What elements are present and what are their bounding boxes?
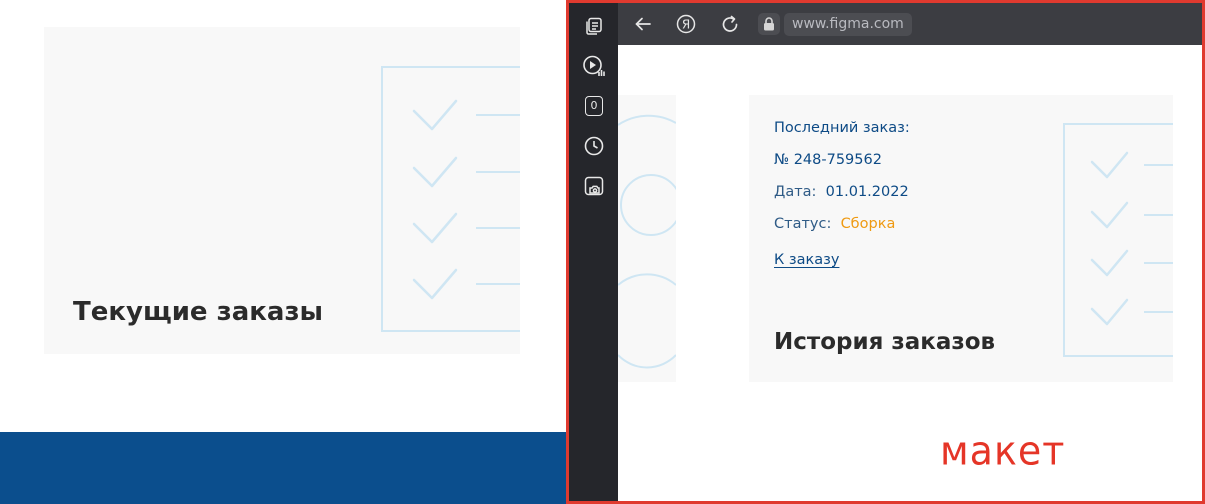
browser-toolbar: Я www.figma.com <box>618 3 1202 45</box>
current-orders-card[interactable]: Текущие заказы <box>44 27 520 354</box>
order-date-label: Дата: <box>774 184 817 200</box>
last-order-card[interactable]: Последний заказ: № 248-759562 Дата: 01.0… <box>749 95 1173 382</box>
checklist-illustration <box>381 66 520 332</box>
go-to-order-link[interactable]: К заказу <box>774 252 839 268</box>
screenshot-icon[interactable] <box>583 175 605 197</box>
media-player-icon[interactable] <box>583 55 605 77</box>
history-icon[interactable] <box>583 135 605 157</box>
page-viewport: Последний заказ: № 248-759562 Дата: 01.0… <box>618 45 1202 501</box>
tab-counter[interactable]: 0 <box>583 95 605 117</box>
order-status-row: Статус: Сборка <box>774 216 895 232</box>
address-bar[interactable]: www.figma.com <box>784 13 912 36</box>
order-number: № 248-759562 <box>774 152 882 168</box>
order-history-title[interactable]: История заказов <box>774 329 995 355</box>
order-date-value: 01.01.2022 <box>825 184 909 200</box>
order-status-label: Статус: <box>774 216 832 232</box>
partial-card <box>618 95 676 382</box>
reload-icon[interactable] <box>719 13 741 35</box>
order-date-row: Дата: 01.01.2022 <box>774 184 909 200</box>
browser-window: 0 Я www.figma.com Последний заказ: № 248… <box>566 0 1205 504</box>
last-order-heading: Последний заказ: <box>774 120 910 136</box>
browser-side-panel: 0 <box>569 3 618 501</box>
page-footer <box>0 432 570 504</box>
yandex-icon[interactable]: Я <box>675 13 697 35</box>
checklist-illustration <box>1063 123 1173 357</box>
partial-illustration <box>618 114 676 369</box>
back-arrow-icon[interactable] <box>632 13 654 35</box>
svg-text:Я: Я <box>682 18 690 32</box>
mockup-annotation: макет <box>940 427 1066 475</box>
current-orders-title: Текущие заказы <box>73 297 324 327</box>
order-status-value: Сборка <box>840 216 896 232</box>
lock-icon[interactable] <box>758 13 780 35</box>
collections-icon[interactable] <box>583 15 605 37</box>
